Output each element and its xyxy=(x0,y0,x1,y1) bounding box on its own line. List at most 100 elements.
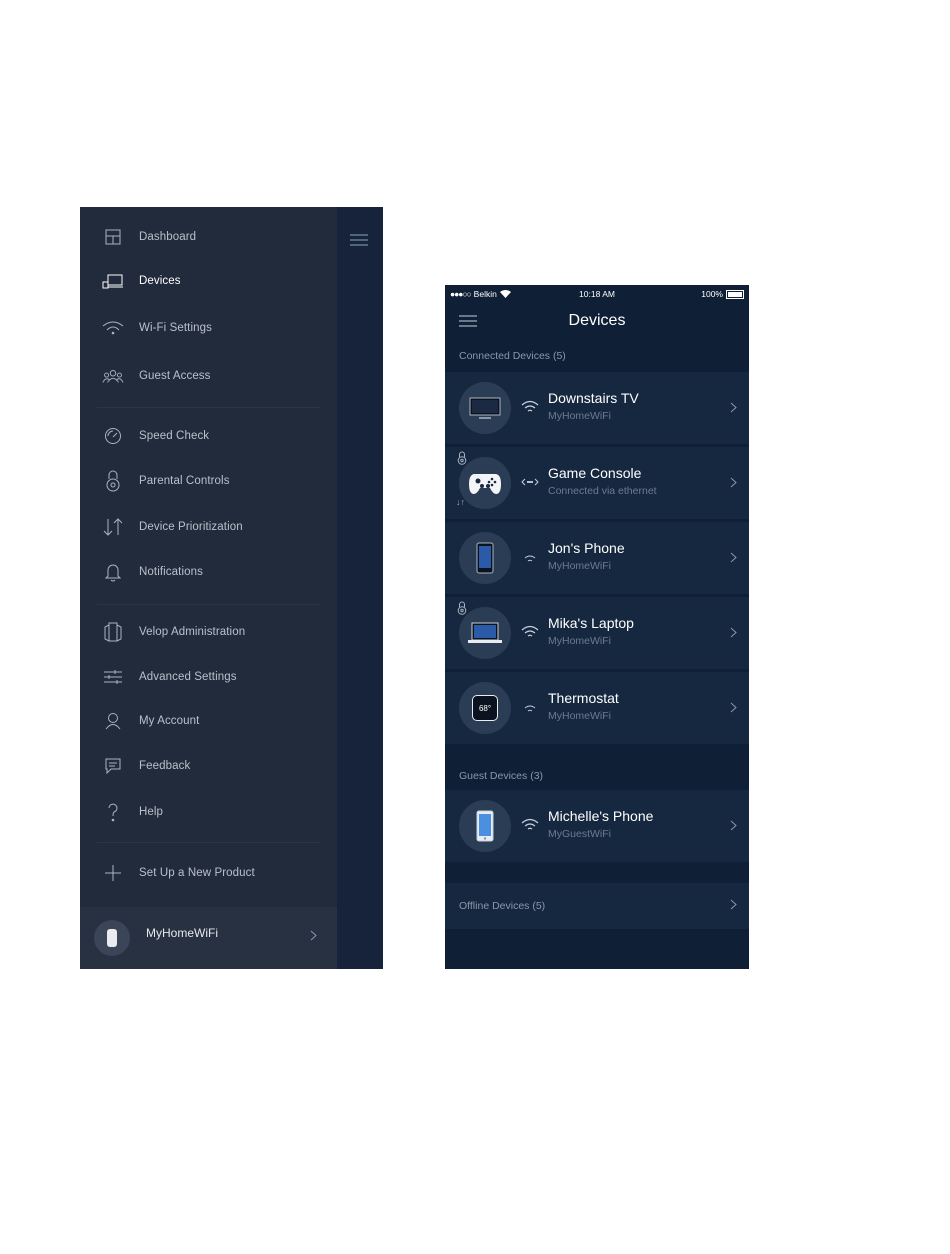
menu-divider xyxy=(97,407,320,408)
chevron-right-icon xyxy=(730,899,737,910)
device-network: Connected via ethernet xyxy=(548,485,657,497)
navigation-drawer-screen: Dashboard Devices Wi-Fi Settings Guest A… xyxy=(80,207,383,969)
parental-lock-icon xyxy=(457,451,467,465)
menu-item-label: Guest Access xyxy=(139,370,211,382)
menu-item-label: Advanced Settings xyxy=(139,671,237,683)
devices-screen: ●●●○○ Belkin 10:18 AM 100% Devices Conne… xyxy=(445,285,749,969)
bell-icon xyxy=(102,561,124,583)
menu-item-label: Device Prioritization xyxy=(139,521,243,533)
menu-item-label: Parental Controls xyxy=(139,475,230,487)
wifi-signal-icon xyxy=(521,400,539,412)
device-network: MyHomeWiFi xyxy=(548,635,611,647)
menu-item-speed-check[interactable]: Speed Check xyxy=(80,421,337,451)
menu-item-label: Devices xyxy=(139,275,181,287)
wifi-icon xyxy=(102,317,124,339)
menu-item-parental-controls[interactable]: Parental Controls xyxy=(80,466,337,496)
guest-icon xyxy=(102,365,124,387)
menu-item-label: Notifications xyxy=(139,566,203,578)
chevron-right-icon xyxy=(730,552,737,563)
user-icon xyxy=(102,710,124,732)
phone-icon xyxy=(459,800,511,852)
menu-item-advanced-settings[interactable]: Advanced Settings xyxy=(80,662,337,692)
device-name: Thermostat xyxy=(548,690,619,706)
menu-item-wifi-settings[interactable]: Wi-Fi Settings xyxy=(80,313,337,343)
wifi-signal-icon xyxy=(521,625,539,637)
device-name: Michelle's Phone xyxy=(548,808,654,824)
plus-icon xyxy=(102,862,124,884)
sliders-icon xyxy=(102,666,124,688)
device-row-mikas-laptop[interactable]: Mika's Laptop MyHomeWiFi xyxy=(445,597,749,669)
device-row-jons-phone[interactable]: Jon's Phone MyHomeWiFi xyxy=(445,522,749,594)
menu-item-label: Dashboard xyxy=(139,231,197,243)
menu-item-label: Set Up a New Product xyxy=(139,867,255,879)
device-name: Downstairs TV xyxy=(548,390,639,406)
menu-item-label: Wi-Fi Settings xyxy=(139,322,212,334)
prioritized-arrows-icon: ↓↑ xyxy=(456,497,465,507)
velop-node-icon xyxy=(102,621,124,643)
menu-item-device-prioritization[interactable]: Device Prioritization xyxy=(80,512,337,542)
offline-devices-label: Offline Devices (5) xyxy=(459,900,546,912)
network-name: MyHomeWiFi xyxy=(146,926,218,940)
lock-icon xyxy=(102,470,124,492)
menu-item-feedback[interactable]: Feedback xyxy=(80,751,337,781)
device-network: MyHomeWiFi xyxy=(548,410,611,422)
menu-item-label: Help xyxy=(139,806,164,818)
top-bar: Devices xyxy=(445,303,749,339)
device-row-downstairs-tv[interactable]: Downstairs TV MyHomeWiFi xyxy=(445,372,749,444)
priority-arrows-icon xyxy=(102,516,124,538)
menu-item-my-account[interactable]: My Account xyxy=(80,706,337,736)
device-network: MyGuestWiFi xyxy=(548,828,611,840)
menu-item-label: Feedback xyxy=(139,760,191,772)
connected-devices-header: Connected Devices (5) xyxy=(459,350,566,362)
device-row-game-console[interactable]: ↓↑ Game Console Connected via ethernet xyxy=(445,447,749,519)
menu-item-help[interactable]: Help xyxy=(80,797,337,827)
chevron-right-icon xyxy=(730,477,737,488)
battery-percent: 100% xyxy=(701,289,723,299)
status-bar: ●●●○○ Belkin 10:18 AM 100% xyxy=(445,285,749,303)
network-selector[interactable]: MyHomeWiFi xyxy=(80,907,337,969)
tv-icon xyxy=(459,382,511,434)
offline-devices-row[interactable]: Offline Devices (5) xyxy=(445,883,749,929)
menu-item-velop-administration[interactable]: Velop Administration xyxy=(80,617,337,647)
device-network: MyHomeWiFi xyxy=(548,560,611,572)
menu-item-notifications[interactable]: Notifications xyxy=(80,557,337,587)
menu-item-label: Velop Administration xyxy=(139,626,246,638)
page-title: Devices xyxy=(568,312,626,329)
chevron-right-icon xyxy=(730,402,737,413)
phone-icon xyxy=(459,532,511,584)
battery-icon xyxy=(726,289,744,299)
devices-icon xyxy=(102,270,124,292)
guest-devices-header: Guest Devices (3) xyxy=(459,770,544,782)
question-icon xyxy=(102,801,124,823)
device-network: MyHomeWiFi xyxy=(548,710,611,722)
menu-divider xyxy=(97,842,320,843)
device-row-thermostat[interactable]: 68° Thermostat MyHomeWiFi xyxy=(445,672,749,744)
chevron-right-icon xyxy=(730,627,737,638)
wifi-signal-icon xyxy=(524,555,536,562)
device-name: Mika's Laptop xyxy=(548,615,634,631)
chevron-right-icon xyxy=(310,930,317,941)
device-name: Game Console xyxy=(548,465,642,481)
menu-item-label: My Account xyxy=(139,715,200,727)
menu-item-label: Speed Check xyxy=(139,430,210,442)
menu-item-dashboard[interactable]: Dashboard xyxy=(80,222,337,252)
chat-bubble-icon xyxy=(102,755,124,777)
menu-item-guest-access[interactable]: Guest Access xyxy=(80,361,337,391)
ethernet-icon xyxy=(521,478,539,486)
chevron-right-icon xyxy=(730,702,737,713)
hamburger-menu-icon[interactable] xyxy=(350,234,368,246)
navigation-drawer: Dashboard Devices Wi-Fi Settings Guest A… xyxy=(80,207,337,969)
wifi-signal-icon xyxy=(521,818,539,830)
dashboard-icon xyxy=(102,226,124,248)
wifi-signal-icon xyxy=(524,705,536,712)
device-row-michelles-phone[interactable]: Michelle's Phone MyGuestWiFi xyxy=(445,790,749,862)
drawer-backdrop[interactable] xyxy=(337,207,383,969)
speedometer-icon xyxy=(102,425,124,447)
chevron-right-icon xyxy=(730,820,737,831)
thermostat-icon: 68° xyxy=(459,682,511,734)
thermostat-display: 68° xyxy=(478,703,492,713)
menu-item-devices[interactable]: Devices xyxy=(80,266,337,296)
menu-item-set-up-new-product[interactable]: Set Up a New Product xyxy=(80,858,337,888)
velop-node-avatar xyxy=(94,920,130,956)
menu-divider xyxy=(97,604,320,605)
